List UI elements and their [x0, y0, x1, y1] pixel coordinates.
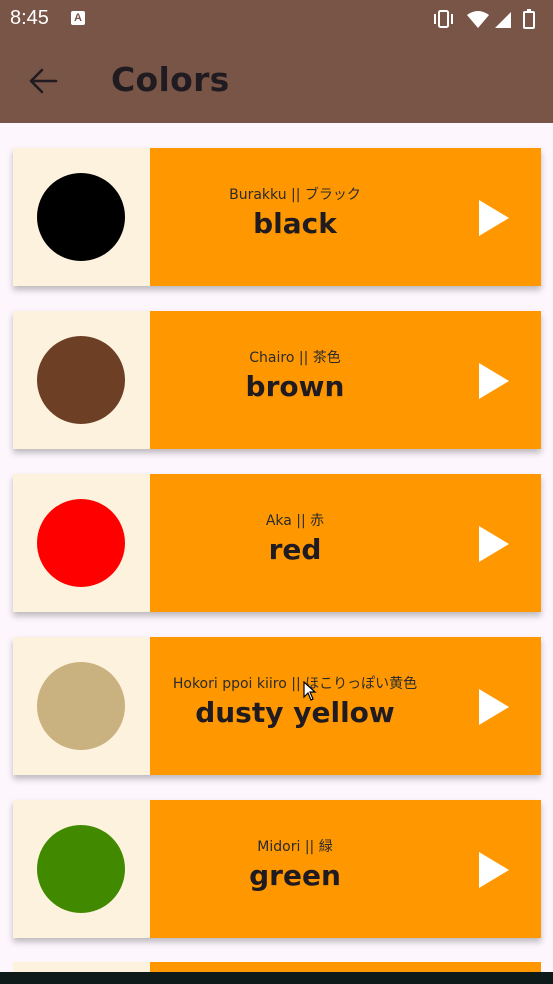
color-dot	[37, 499, 125, 587]
japanese-name: Burakku || ブラック	[229, 187, 361, 203]
color-info-panel: Chairo || 茶色 brown	[150, 311, 541, 449]
japanese-name: Aka || 赤	[265, 513, 325, 529]
signal-icon	[495, 12, 511, 28]
color-info-panel: Aka || 赤 red	[150, 474, 541, 612]
english-name: brown	[245, 370, 345, 403]
color-dot	[37, 336, 125, 424]
english-name: dusty yellow	[195, 696, 395, 729]
color-info-panel: Burakku || ブラック black	[150, 148, 541, 286]
color-card[interactable]: Burakku || ブラック black	[13, 148, 541, 286]
japanese-name: Chairo || 茶色	[249, 350, 341, 366]
play-icon[interactable]	[479, 526, 509, 562]
color-dot	[37, 173, 125, 261]
color-swatch	[13, 311, 150, 449]
play-icon[interactable]	[479, 689, 509, 725]
japanese-name: Midori || 緑	[257, 839, 333, 855]
japanese-name: Hokori ppoi kiiro || ほこりっぽい黄色	[172, 676, 418, 692]
english-name: green	[249, 859, 341, 892]
vibrate-icon	[434, 10, 453, 28]
color-card[interactable]: Midori || 緑 green	[13, 800, 541, 938]
color-card[interactable]: Aka || 赤 red	[13, 474, 541, 612]
play-icon[interactable]	[479, 363, 509, 399]
wifi-icon	[467, 11, 489, 28]
color-dot	[37, 662, 125, 750]
page-title: Colors	[111, 60, 230, 99]
play-icon[interactable]	[479, 852, 509, 888]
status-bar: 8:45 A	[0, 0, 553, 38]
system-status-icons	[434, 9, 535, 29]
color-card[interactable]: Chairo || 茶色 brown	[13, 311, 541, 449]
text-a-icon: A	[71, 11, 85, 25]
play-icon[interactable]	[479, 200, 509, 236]
english-name: red	[268, 533, 322, 566]
color-info-panel: Midori || 緑 green	[150, 800, 541, 938]
color-dot	[37, 825, 125, 913]
color-swatch	[13, 474, 150, 612]
app-bar: 8:45 A Colors	[0, 0, 553, 123]
english-name: black	[253, 207, 337, 240]
system-nav-bar	[0, 972, 553, 984]
back-arrow-icon[interactable]	[26, 64, 60, 98]
color-info-panel: Hokori ppoi kiiro || ほこりっぽい黄色 dusty yell…	[150, 637, 541, 775]
color-swatch	[13, 800, 150, 938]
status-time: 8:45	[10, 7, 49, 29]
battery-icon	[523, 9, 535, 29]
color-swatch	[13, 148, 150, 286]
color-swatch	[13, 637, 150, 775]
mouse-cursor-icon	[303, 681, 317, 701]
color-card[interactable]: Hokori ppoi kiiro || ほこりっぽい黄色 dusty yell…	[13, 637, 541, 775]
